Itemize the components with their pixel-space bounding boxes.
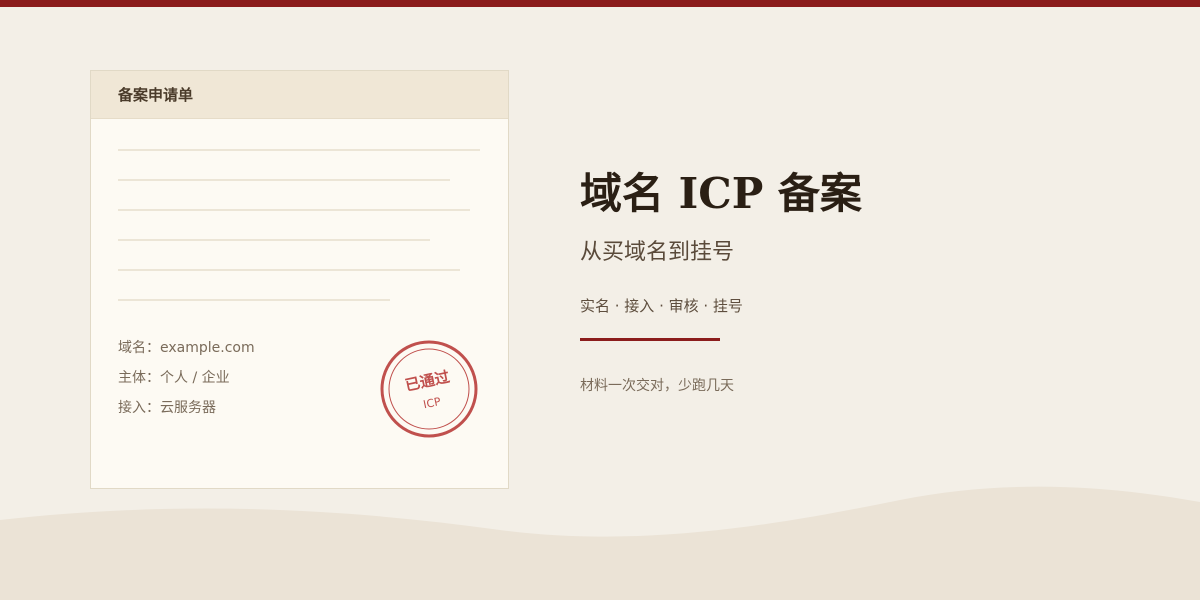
form-line [118,299,390,301]
accent-divider [580,338,720,341]
field-domain: 域名：example.com [118,337,255,357]
field-entity: 主体：个人 / 企业 [118,367,230,387]
form-line [118,239,430,241]
stamp-text: 已通过 [403,368,451,395]
field-domain-label: 域名： [118,340,160,356]
form-line [118,179,450,181]
card-title: 备案申请单 [91,71,508,119]
field-access: 接入：云服务器 [118,397,216,417]
field-access-value: 云服务器 [160,400,216,416]
field-entity-label: 主体： [118,370,160,386]
process-steps: 实名 · 接入 · 审核 · 挂号 [580,297,743,315]
approved-stamp: 已通过 ICP [380,340,478,438]
form-line [118,209,470,211]
stamp-sub-text: ICP [422,395,442,411]
page-title: 域名 ICP 备案 [580,169,862,218]
tagline: 材料一次交对，少跑几天 [580,378,734,394]
form-line [118,269,460,271]
field-entity-value: 个人 / 企业 [160,370,230,386]
top-accent-bar [0,0,1200,7]
form-line [118,149,480,151]
field-domain-value: example.com [160,340,255,356]
background-wave [0,486,1200,600]
field-access-label: 接入： [118,400,160,416]
page-subtitle: 从买域名到挂号 [580,240,735,265]
